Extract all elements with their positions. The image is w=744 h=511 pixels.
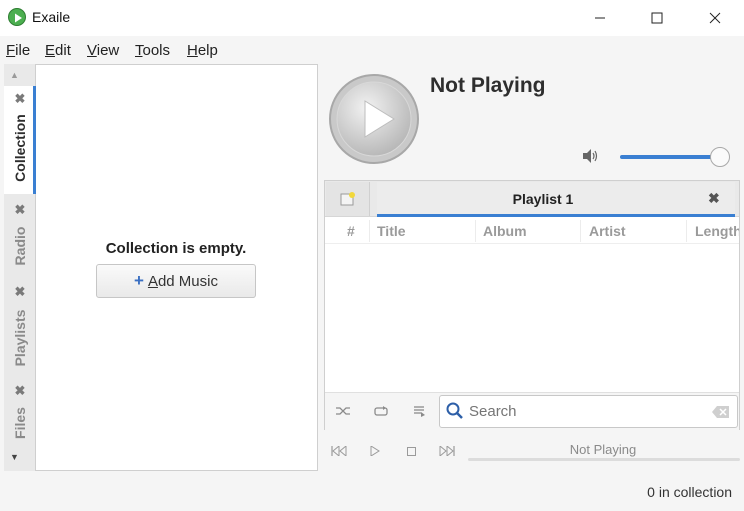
column-divider xyxy=(369,220,370,242)
volume-icon[interactable] xyxy=(582,148,600,167)
progress-label: Not Playing xyxy=(569,442,637,457)
shuffle-icon[interactable] xyxy=(334,402,352,420)
status-collection-count: 0 in collection xyxy=(647,484,732,500)
close-tab-icon[interactable]: ✖ xyxy=(12,284,28,300)
close-icon xyxy=(709,12,721,24)
close-tab-icon[interactable]: ✖ xyxy=(12,202,28,218)
tab-files[interactable]: ✖ Files xyxy=(4,383,36,445)
search-icon xyxy=(446,402,464,423)
tab-playlist-1[interactable]: Playlist 1 ✖ xyxy=(377,182,735,217)
window-title: Exaile xyxy=(32,9,71,25)
menu-view[interactable]: View xyxy=(87,42,119,59)
next-track-icon[interactable] xyxy=(438,444,456,458)
scroll-down-arrow[interactable]: ▼ xyxy=(10,452,19,462)
column-divider xyxy=(580,220,581,242)
progress-bar[interactable] xyxy=(468,458,740,461)
play-icon[interactable] xyxy=(366,444,384,458)
scroll-up-arrow[interactable]: ▲ xyxy=(10,70,19,80)
close-tab-icon[interactable]: ✖ xyxy=(12,91,28,107)
collection-empty-message: Collection is empty. xyxy=(105,240,247,257)
search-input[interactable] xyxy=(469,403,699,420)
menu-edit[interactable]: Edit xyxy=(45,42,71,59)
minimize-icon xyxy=(595,17,605,19)
volume-slider-track[interactable] xyxy=(620,155,720,159)
tab-playlists-label: Playlists xyxy=(12,309,28,367)
play-cover-icon[interactable] xyxy=(328,73,420,165)
now-playing-title: Not Playing xyxy=(430,74,546,97)
new-playlist-button[interactable] xyxy=(326,182,370,216)
playlist-tab-label: Playlist 1 xyxy=(512,191,574,207)
add-music-button[interactable]: + Add Music xyxy=(96,264,256,298)
tab-radio-label: Radio xyxy=(12,226,28,266)
close-window-button[interactable] xyxy=(686,0,744,36)
column-number[interactable]: # xyxy=(347,223,355,239)
tab-playlists[interactable]: ✖ Playlists xyxy=(4,284,36,374)
previous-track-icon[interactable] xyxy=(330,444,348,458)
volume-slider-handle[interactable] xyxy=(710,147,730,167)
tab-collection[interactable]: ✖ Collection xyxy=(4,88,36,192)
app-icon xyxy=(8,8,26,26)
tab-radio[interactable]: ✖ Radio xyxy=(4,200,36,272)
tab-files-label: Files xyxy=(12,407,28,439)
column-album[interactable]: Album xyxy=(483,223,527,239)
minimize-button[interactable] xyxy=(571,0,629,36)
menu-tools[interactable]: Tools xyxy=(135,42,170,59)
stop-icon[interactable] xyxy=(402,444,420,458)
column-title[interactable]: Title xyxy=(377,223,406,239)
close-icon[interactable]: ✖ xyxy=(708,190,720,207)
menu-help[interactable]: Help xyxy=(187,42,218,59)
tab-collection-label: Collection xyxy=(12,114,28,182)
maximize-icon xyxy=(651,12,663,24)
column-length[interactable]: Length xyxy=(695,223,739,239)
repeat-icon[interactable] xyxy=(372,402,390,420)
new-tab-icon xyxy=(340,192,355,206)
plus-icon: + xyxy=(134,271,144,290)
menu-file[interactable]: File xyxy=(6,42,30,59)
dynamic-playlist-icon[interactable] xyxy=(410,402,428,420)
column-divider xyxy=(686,220,687,242)
column-divider xyxy=(475,220,476,242)
clear-search-icon[interactable] xyxy=(712,405,730,421)
close-tab-icon[interactable]: ✖ xyxy=(12,383,28,399)
maximize-button[interactable] xyxy=(628,0,686,36)
column-artist[interactable]: Artist xyxy=(589,223,626,239)
